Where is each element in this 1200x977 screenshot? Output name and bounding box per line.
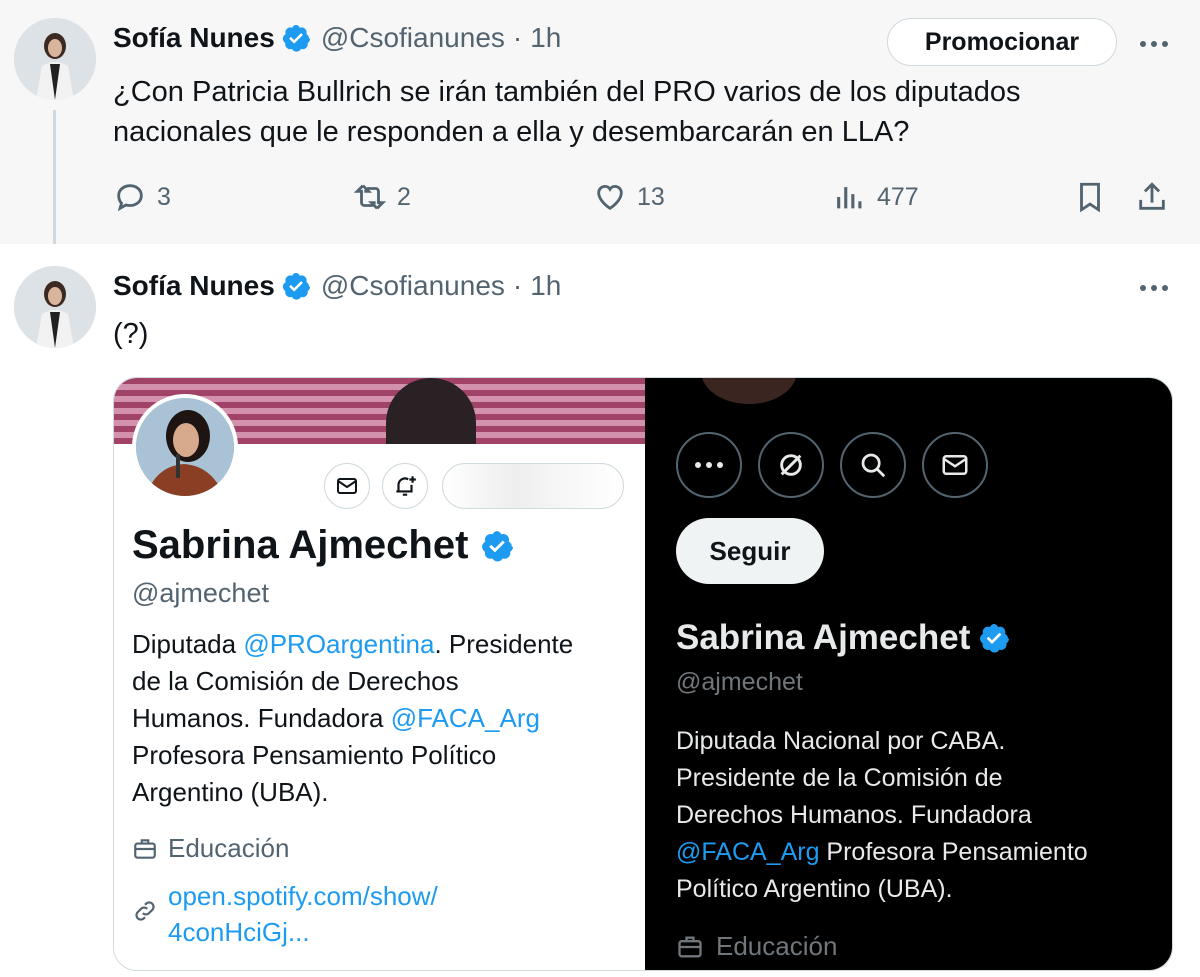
tweet-text-line: ¿Con Patricia Bullrich se irán también d… <box>113 76 1021 108</box>
views-count: 477 <box>877 182 919 211</box>
search-icon <box>861 453 886 478</box>
bookmark-button[interactable] <box>1073 180 1117 214</box>
profile-avatar-cropped <box>701 378 797 404</box>
follow-button: Seguir <box>676 518 824 584</box>
author-name[interactable]: Sofía Nunes <box>113 270 275 302</box>
share-button[interactable] <box>1135 180 1179 214</box>
grok-button <box>758 432 824 498</box>
like-count: 13 <box>637 182 665 211</box>
bio-text: Diputada Nacional por CABA. <box>676 727 1006 755</box>
message-button <box>922 432 988 498</box>
profile-handle: @ajmechet <box>132 578 269 608</box>
category-label: Educación <box>168 833 290 863</box>
verified-badge-icon <box>282 24 310 52</box>
bio-text: Diputada <box>132 629 244 659</box>
tweet-1[interactable]: Sofía Nunes @Csofianunes · 1h Promociona… <box>0 0 1200 258</box>
more-icon[interactable] <box>1132 22 1176 66</box>
search-button <box>840 432 906 498</box>
notify-button <box>382 463 428 509</box>
profile-handle: @ajmechet <box>676 668 803 696</box>
profile-link: open.spotify.com/show/ 4conHciGj... <box>132 878 438 950</box>
verified-badge-icon <box>482 530 514 561</box>
like-icon <box>597 184 623 211</box>
avatar-image <box>14 266 96 348</box>
more-icon <box>695 462 723 468</box>
bio-text: Profesora Pensamiento <box>819 838 1088 866</box>
action-bar: 3 2 13 477 <box>113 180 1183 224</box>
attached-image[interactable]: Sabrina Ajmechet @ajmechet Diputada @PRO… <box>113 377 1173 971</box>
like-button[interactable]: 13 <box>593 180 665 214</box>
views-button[interactable]: 477 <box>833 180 919 214</box>
tweet-header: Sofía Nunes @Csofianunes · 1h <box>113 270 561 302</box>
repost-button[interactable]: 2 <box>353 180 411 214</box>
reply-count: 3 <box>157 182 171 211</box>
bio-text: Derechos Humanos. Fundadora <box>676 801 1032 829</box>
bookmark-icon <box>1080 182 1100 213</box>
bio-text: Profesora Pensamiento Político <box>132 740 497 770</box>
tweet-text-line: nacionales que le responden a ella y des… <box>113 116 910 148</box>
message-button <box>324 463 370 509</box>
profile-name: Sabrina Ajmechet <box>132 523 524 568</box>
author-avatar[interactable] <box>14 266 96 348</box>
tweet-text: (?) <box>113 318 149 350</box>
bio-mention: @PROargentina <box>243 629 435 659</box>
profile-bio: Diputada @PROargentina. Presidente de la… <box>132 626 632 811</box>
bio-text: Político Argentino (UBA). <box>676 875 953 903</box>
verified-badge-icon <box>980 624 1010 653</box>
profile-screenshot-dark: Seguir Sabrina Ajmechet @ajmechet Diputa… <box>645 378 1172 970</box>
grok-icon <box>780 454 802 476</box>
mail-icon <box>337 478 357 494</box>
link-icon <box>135 901 155 921</box>
separator: · <box>512 22 523 53</box>
reply-button[interactable]: 3 <box>113 180 171 214</box>
timestamp[interactable]: 1h <box>530 270 561 302</box>
bell-plus-icon <box>396 476 416 496</box>
author-avatar[interactable] <box>14 18 96 100</box>
repost-count: 2 <box>397 182 411 211</box>
link-text: open.spotify.com/show/ <box>168 881 438 911</box>
thread-line <box>53 110 56 258</box>
more-button <box>676 432 742 498</box>
profile-screenshot-light: Sabrina Ajmechet @ajmechet Diputada @PRO… <box>114 378 645 970</box>
bio-text: . Presidente <box>434 629 574 659</box>
timestamp[interactable]: 1h <box>530 22 561 54</box>
reply-icon <box>117 184 143 212</box>
profile-category: Educación <box>132 833 289 864</box>
tweet-2[interactable]: Sofía Nunes @Csofianunes · 1h (?) Sabrin… <box>0 244 1200 977</box>
tweet-text: ¿Con Patricia Bullrich se irán también d… <box>113 72 1020 152</box>
category-label: Educación <box>716 931 838 961</box>
profile-category: Educación <box>676 931 837 962</box>
bio-text: Humanos. Fundadora <box>132 703 391 733</box>
more-icon[interactable] <box>1132 266 1176 310</box>
share-icon <box>1139 182 1165 210</box>
profile-name-text: Sabrina Ajmechet <box>676 618 971 657</box>
link-text: 4conHciGj... <box>168 917 310 947</box>
promote-button[interactable]: Promocionar <box>887 18 1117 66</box>
separator: · <box>512 270 523 301</box>
bio-text: de la Comisión de Derechos <box>132 666 459 696</box>
author-handle[interactable]: @Csofianunes <box>321 22 505 54</box>
profile-avatar <box>132 394 238 500</box>
profile-bio: Diputada Nacional por CABA. Presidente d… <box>676 723 1156 908</box>
profile-name: Sabrina Ajmechet <box>676 618 1020 658</box>
mail-icon <box>942 455 968 475</box>
briefcase-icon <box>678 936 702 957</box>
bio-mention: @FACA_Arg <box>676 838 820 866</box>
bio-mention: @FACA_Arg <box>390 703 540 733</box>
bio-text: Argentino (UBA). <box>132 777 329 807</box>
views-icon <box>837 187 862 209</box>
bio-text: Presidente de la Comisión de <box>676 764 1003 792</box>
author-handle[interactable]: @Csofianunes <box>321 270 505 302</box>
briefcase-icon <box>134 838 156 859</box>
verified-badge-icon <box>282 272 310 300</box>
repost-icon <box>353 184 387 210</box>
blurred-follow-button <box>442 463 624 509</box>
tweet-header: Sofía Nunes @Csofianunes · 1h <box>113 22 561 54</box>
avatar-image <box>14 18 96 100</box>
profile-name-text: Sabrina Ajmechet <box>132 523 469 567</box>
author-name[interactable]: Sofía Nunes <box>113 22 275 54</box>
